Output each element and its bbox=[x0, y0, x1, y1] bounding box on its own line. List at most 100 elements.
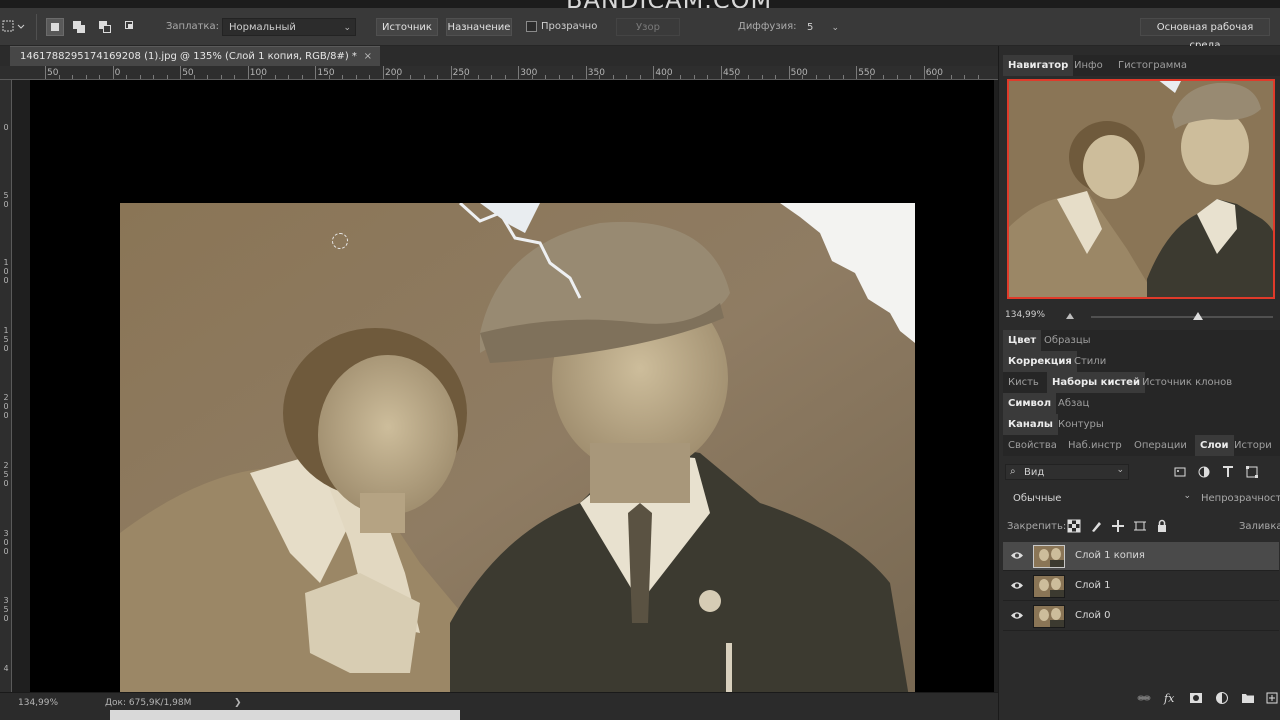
tab-properties[interactable]: Свойства bbox=[1003, 435, 1062, 456]
patch-mode-select[interactable]: Нормальный ⌄ bbox=[222, 18, 356, 36]
ruler-tick bbox=[180, 66, 182, 79]
tab-adjustments[interactable]: Коррекция bbox=[1003, 351, 1077, 372]
workspace-button[interactable]: Основная рабочая среда bbox=[1140, 18, 1270, 51]
subtract-selection-icon[interactable] bbox=[96, 18, 114, 36]
tab-actions[interactable]: Операции bbox=[1129, 435, 1192, 456]
tab-styles[interactable]: Стили bbox=[1069, 351, 1111, 372]
lock-transparent-icon[interactable] bbox=[1067, 519, 1081, 533]
filter-adjustment-icon[interactable] bbox=[1197, 465, 1211, 479]
diffusion-select[interactable]: 5 ⌄ bbox=[800, 18, 844, 36]
destination-button[interactable]: Назначение bbox=[446, 18, 512, 36]
document-tab-bar: 1461788295174169208 (1).jpg @ 135% (Слой… bbox=[0, 46, 998, 66]
transparent-checkbox[interactable] bbox=[526, 21, 537, 32]
tab-navigator[interactable]: Навигатор bbox=[1003, 55, 1074, 76]
lock-position-icon[interactable] bbox=[1111, 519, 1125, 533]
tab-brush-presets[interactable]: Наборы кистей bbox=[1047, 372, 1145, 393]
layer-row[interactable]: Слой 0 bbox=[1003, 602, 1279, 631]
layer-style-fx-icon[interactable]: fx bbox=[1163, 691, 1177, 705]
navigator-preview[interactable] bbox=[1007, 79, 1275, 299]
new-layer-icon[interactable] bbox=[1265, 691, 1279, 705]
ruler-minor-tick bbox=[612, 75, 614, 79]
pattern-button[interactable]: Узор bbox=[616, 18, 680, 36]
add-mask-icon[interactable] bbox=[1189, 691, 1203, 705]
layer-filter-select[interactable]: ⌕ Вид ⌄ bbox=[1005, 464, 1129, 480]
ruler-minor-tick bbox=[950, 75, 952, 79]
tab-history[interactable]: Истори bbox=[1229, 435, 1277, 456]
tab-info[interactable]: Инфо bbox=[1069, 55, 1108, 76]
bandicam-watermark: BANDICAM.COM bbox=[566, 0, 772, 8]
blend-mode-value: Обычные bbox=[1013, 493, 1062, 504]
tab-clone-source[interactable]: Источник клонов bbox=[1137, 372, 1237, 393]
tab-tool-presets[interactable]: Наб.инстр bbox=[1063, 435, 1127, 456]
ruler-minor-tick bbox=[85, 75, 87, 79]
ruler-tick bbox=[383, 66, 384, 79]
ruler-minor-tick bbox=[477, 75, 479, 79]
filter-pixel-icon[interactable] bbox=[1173, 465, 1187, 479]
status-doc-size: Док: 675,9K/1,98M bbox=[105, 698, 192, 708]
ruler-minor-tick bbox=[707, 75, 709, 79]
right-panel-dock: Навигатор Инфо Гистограмма 134,99% Цвет … bbox=[998, 46, 1280, 720]
new-adjustment-layer-icon[interactable] bbox=[1215, 691, 1229, 705]
status-menu-arrow-icon[interactable]: ❯ bbox=[234, 698, 242, 708]
navigator-view-frame[interactable] bbox=[1007, 79, 1275, 299]
tab-channels[interactable]: Каналы bbox=[1003, 414, 1058, 435]
layer-thumbnail bbox=[1033, 575, 1065, 598]
navigator-zoom-value[interactable]: 134,99% bbox=[1005, 310, 1045, 320]
channel-tabs: Каналы Контуры bbox=[1003, 414, 1280, 435]
tab-color[interactable]: Цвет bbox=[1003, 330, 1042, 351]
ruler-minor-tick bbox=[166, 75, 168, 79]
ruler-minor-tick bbox=[896, 75, 898, 79]
navigator-tabs: Навигатор Инфо Гистограмма bbox=[1003, 55, 1280, 76]
close-icon[interactable]: × bbox=[364, 47, 372, 66]
ruler-label: 50 bbox=[47, 68, 59, 78]
fill-label: Заливка bbox=[1239, 521, 1280, 532]
tab-paths[interactable]: Контуры bbox=[1053, 414, 1109, 435]
ruler-minor-tick bbox=[869, 75, 871, 79]
visibility-eye-icon[interactable] bbox=[1011, 551, 1023, 560]
add-selection-icon[interactable] bbox=[70, 18, 88, 36]
ruler-label: 300 bbox=[3, 528, 9, 556]
zoom-out-icon[interactable] bbox=[1066, 313, 1074, 319]
document-canvas[interactable] bbox=[12, 80, 998, 692]
new-selection-icon[interactable] bbox=[46, 18, 64, 36]
ruler-label: 50 bbox=[3, 190, 9, 209]
ruler-tick bbox=[923, 66, 925, 79]
ruler-tick bbox=[856, 66, 858, 79]
ruler-minor-tick bbox=[504, 75, 506, 79]
link-layers-icon[interactable] bbox=[1137, 691, 1151, 705]
blend-mode-select[interactable]: Обычные ⌄ bbox=[1005, 490, 1195, 507]
filter-shape-icon[interactable] bbox=[1245, 465, 1259, 479]
ruler-minor-tick bbox=[355, 75, 357, 79]
tab-swatches[interactable]: Образцы bbox=[1039, 330, 1096, 351]
tab-brush[interactable]: Кисть bbox=[1003, 372, 1044, 393]
layer-row[interactable]: Слой 1 копия bbox=[1003, 542, 1279, 571]
ruler-minor-tick bbox=[58, 75, 60, 79]
tab-paragraph[interactable]: Абзац bbox=[1053, 393, 1094, 414]
tab-character[interactable]: Символ bbox=[1003, 393, 1057, 414]
visibility-eye-icon[interactable] bbox=[1011, 611, 1023, 620]
lock-pixels-icon[interactable] bbox=[1089, 519, 1103, 533]
status-zoom[interactable]: 134,99% bbox=[18, 698, 58, 708]
ruler-minor-tick bbox=[220, 75, 222, 79]
source-button[interactable]: Источник bbox=[376, 18, 438, 36]
ruler-minor-tick bbox=[464, 75, 466, 79]
vintage-photo[interactable] bbox=[120, 203, 915, 692]
patch-mode-value: Нормальный bbox=[229, 22, 296, 33]
tab-histogram[interactable]: Гистограмма bbox=[1113, 55, 1192, 76]
document-tab[interactable]: 1461788295174169208 (1).jpg @ 135% (Слой… bbox=[10, 46, 380, 66]
intersect-selection-icon[interactable] bbox=[122, 18, 140, 36]
tab-layers[interactable]: Слои bbox=[1195, 435, 1234, 456]
ruler-minor-tick bbox=[261, 75, 263, 79]
filter-type-icon[interactable] bbox=[1221, 465, 1235, 479]
layer-row[interactable]: Слой 1 bbox=[1003, 572, 1279, 601]
ruler-tick bbox=[721, 66, 722, 79]
visibility-eye-icon[interactable] bbox=[1011, 581, 1023, 590]
new-group-folder-icon[interactable] bbox=[1241, 691, 1255, 705]
chevron-down-icon: ⌄ bbox=[831, 23, 839, 33]
ruler-minor-tick bbox=[72, 75, 74, 79]
lock-artboard-icon[interactable] bbox=[1133, 519, 1147, 533]
zoom-slider-track[interactable] bbox=[1091, 316, 1273, 318]
patch-tool-preset-icon[interactable] bbox=[2, 19, 26, 37]
lock-all-icon[interactable] bbox=[1155, 519, 1169, 533]
zoom-slider-thumb[interactable] bbox=[1193, 312, 1203, 320]
